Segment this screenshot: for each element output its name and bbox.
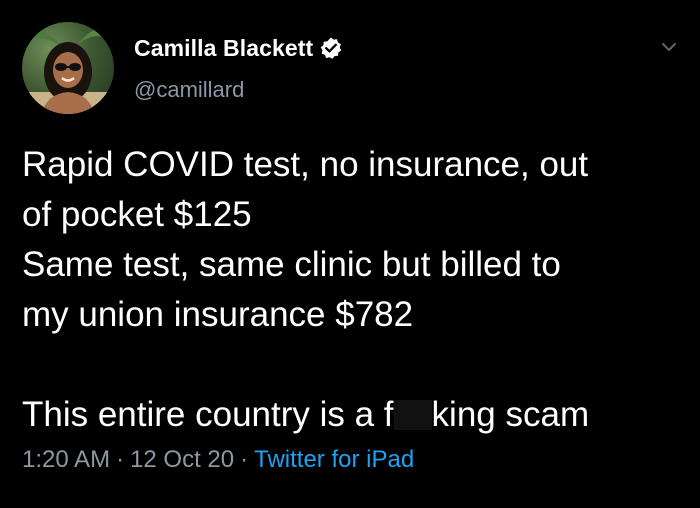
tweet-date[interactable]: 12 Oct 20 [130,446,234,473]
display-name[interactable]: Camilla Blackett [134,35,313,62]
chevron-down-icon[interactable] [658,36,680,58]
closing-text-before: This entire country is a f [22,395,394,434]
tweet-time[interactable]: 1:20 AM [22,446,110,473]
tweet-line: of pocket $125 [22,195,252,234]
author-name-row[interactable]: Camilla Blackett [134,33,343,63]
tweet-source-link[interactable]: Twitter for iPad [254,446,414,473]
separator-dot: · [116,446,125,473]
verified-badge-icon [319,36,343,60]
tweet-line: my union insurance $782 [22,295,414,334]
user-handle[interactable]: @camillard [134,77,244,103]
avatar-photo [22,27,114,114]
censor-block [393,400,432,430]
tweet-line: Same test, same clinic but billed to [22,245,561,284]
tweet-closing-line: This entire country is a f king scam [22,390,682,440]
tweet-text: Rapid COVID test, no insurance, out of p… [22,140,682,440]
tweet-line: Rapid COVID test, no insurance, out [22,145,589,184]
avatar[interactable] [22,22,114,114]
tweet-card: Camilla Blackett @camillard Rapid COVID … [0,0,700,508]
separator-dot: · [240,446,249,473]
closing-text-after: king scam [431,395,590,434]
tweet-meta: 1:20 AM · 12 Oct 20 · Twitter for iPad [22,446,414,474]
